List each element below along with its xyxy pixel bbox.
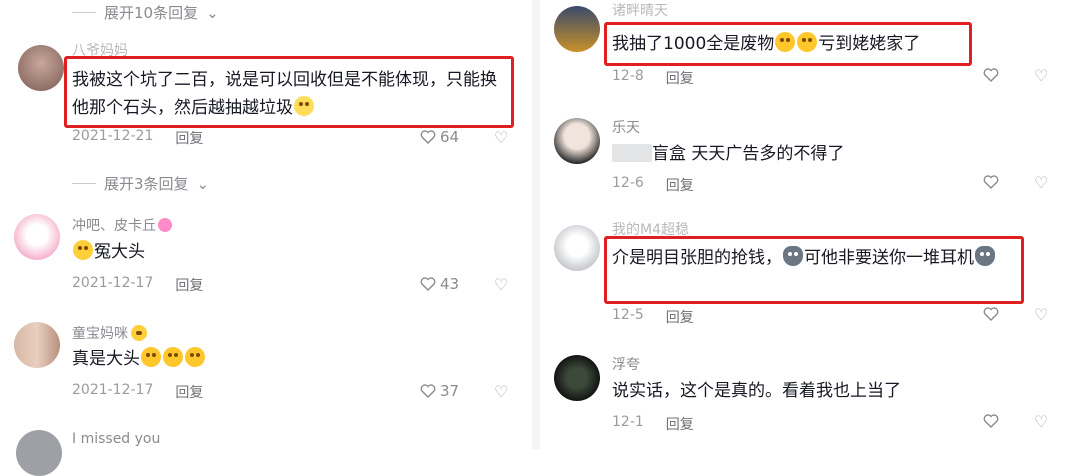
reply-button[interactable]: 回复 [666,175,694,195]
comment-date: 2021-12-21 [72,128,154,144]
laugh-emoji [185,347,205,367]
blurred-text [612,144,652,162]
highlight-box [604,22,972,66]
username[interactable]: I missed you [72,431,160,447]
dislike-icon[interactable]: ♡ [1034,66,1048,85]
heart-eyes-emoji [131,325,147,341]
chevron-down-icon: ⌄ [206,3,219,22]
comment-meta: 2021-12-17 回复 [72,275,203,295]
username[interactable]: 冲吧、皮卡丘 [72,215,172,235]
comment-meta: 2021-12-17 回复 [72,382,203,402]
heart-icon [983,68,999,82]
username[interactable]: 童宝妈咪 [72,323,148,343]
comment-meta: 12-1 回复 [612,414,694,434]
dislike-icon[interactable]: ♡ [1034,305,1048,324]
username[interactable]: 乐天 [612,117,640,137]
dislike-icon[interactable]: ♡ [494,275,508,294]
avatar[interactable] [16,430,62,476]
username[interactable]: 诸畔晴天 [612,0,668,20]
reply-button[interactable]: 回复 [666,414,694,434]
expand-replies-label: 展开3条回复 [104,175,189,193]
like-button[interactable]: 37 [420,382,459,400]
avatar[interactable] [18,45,64,91]
comment-text: 说实话，这个是真的。看着我也上当了 [612,381,901,401]
heart-icon [983,414,999,428]
column-divider [532,0,540,449]
comment-date: 12-1 [612,414,644,430]
reply-button[interactable]: 回复 [666,68,694,88]
like-count: 43 [440,275,460,293]
expand-replies-label: 展开10条回复 [104,4,199,22]
dislike-icon[interactable]: ♡ [1034,412,1048,431]
like-button[interactable] [983,414,999,428]
reply-button[interactable]: 回复 [175,128,203,148]
comment-text: 盲盒 天天广告多的不得了 [612,140,844,168]
like-button[interactable]: 64 [420,128,459,146]
heart-icon [420,384,436,398]
smile-emoji [73,240,93,260]
comment-meta: 2021-12-21 回复 [72,128,203,148]
avatar[interactable] [554,118,600,164]
comment-text: 真是大头 [72,345,206,373]
comment-text: 冤大头 [72,238,145,266]
username[interactable]: 浮夸 [612,354,640,374]
comment-date: 2021-12-17 [72,382,154,398]
comment-date: 12-6 [612,175,644,191]
laugh-emoji [141,347,161,367]
highlight-box [64,56,514,128]
comment-column-right: 诸畔晴天 我抽了1000全是废物 亏到姥姥家了 12-8 回复 ♡ 乐天 盲盒 天… [540,0,1065,449]
comment-date: 12-5 [612,307,644,323]
dislike-icon[interactable]: ♡ [494,382,508,401]
heart-icon [420,130,436,144]
chevron-down-icon: ⌄ [196,174,210,193]
heart-icon [983,175,999,189]
avatar[interactable] [554,6,600,52]
comment-date: 2021-12-17 [72,275,154,291]
avatar[interactable] [14,322,60,368]
reply-button[interactable]: 回复 [175,382,203,402]
reply-button[interactable]: 回复 [175,275,203,295]
avatar[interactable] [554,355,600,401]
divider [72,12,96,13]
like-count: 64 [440,128,460,146]
laugh-emoji [163,347,183,367]
like-button[interactable] [983,68,999,82]
expand-replies-button[interactable]: 展开10条回复 ⌄ [72,2,219,23]
heart-icon [420,277,436,291]
avatar[interactable] [554,225,600,271]
expand-replies-button[interactable]: 展开3条回复 ⌄ [72,173,209,194]
comment-column-left: 展开10条回复 ⌄ 八爷妈妈 我被这个坑了二百，说是可以回收但是不能体现，只能换… [0,0,532,476]
highlight-box [604,236,1024,304]
comment-meta: 12-6 回复 [612,175,694,195]
comment-meta: 12-8 回复 [612,68,694,88]
dislike-icon[interactable]: ♡ [1034,173,1048,192]
divider [72,183,96,184]
like-button[interactable] [983,175,999,189]
like-count: 37 [440,382,460,400]
flower-icon [158,218,172,232]
dislike-icon[interactable]: ♡ [494,128,508,147]
comment-date: 12-8 [612,68,644,84]
heart-icon [983,307,999,321]
reply-button[interactable]: 回复 [666,307,694,327]
like-button[interactable]: 43 [420,275,459,293]
avatar[interactable] [14,214,60,260]
comment-meta: 12-5 回复 [612,307,694,327]
like-button[interactable] [983,307,999,321]
